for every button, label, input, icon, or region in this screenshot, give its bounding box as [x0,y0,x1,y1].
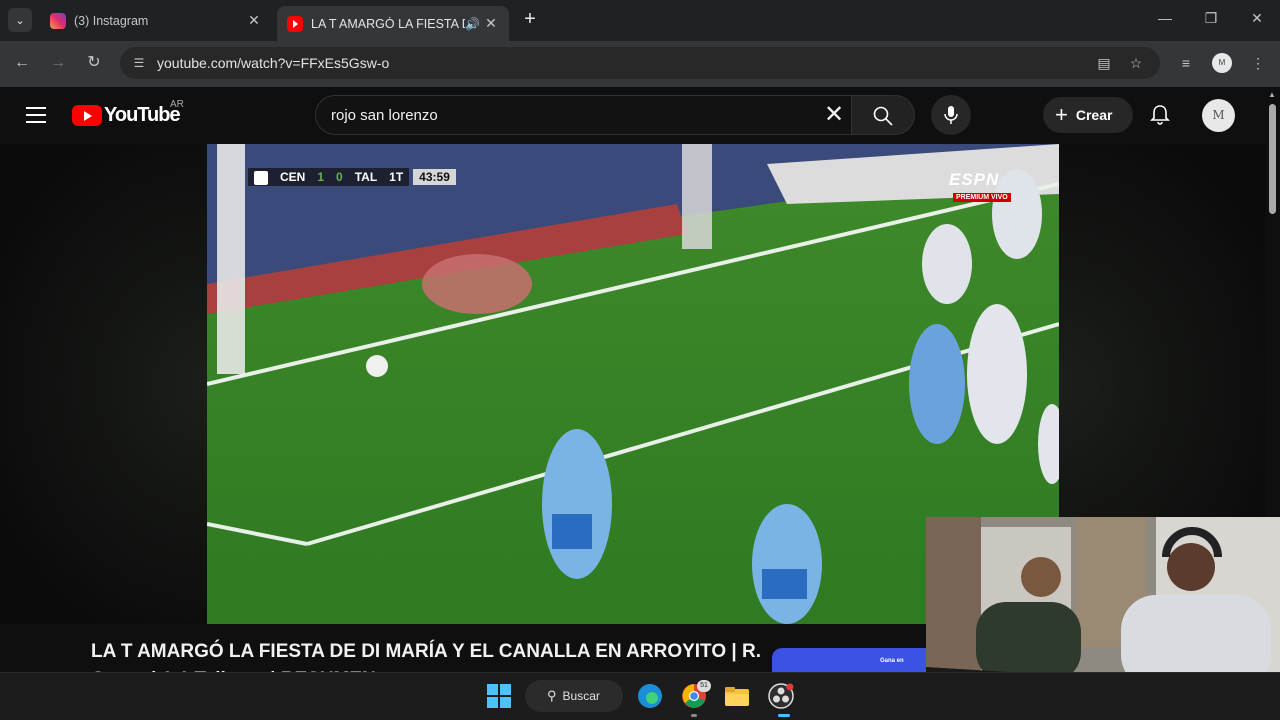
speaker-icon[interactable]: 🔊 [465,17,483,31]
chrome-running-indicator [691,714,697,717]
taskbar-search[interactable]: ⚲ Buscar [525,680,623,712]
youtube-icon [287,15,303,32]
menu-icon[interactable] [26,107,46,123]
tab-youtube-active[interactable]: LA T AMARGÓ LA FIESTA DE DI MARÍA Y EL C… [277,6,509,41]
scorebug: CEN 1 0 TAL 1T 43:59 [248,168,456,186]
obs-icon[interactable] [768,683,794,709]
create-button[interactable]: + Crear [1043,97,1133,133]
restore-button[interactable]: ❐ [1188,10,1234,27]
clear-search-icon[interactable]: ✕ [820,101,848,129]
broadcaster-logo: ESPN [949,170,1000,189]
league-logo-icon [254,170,268,185]
home-team: CEN [274,168,312,186]
broadcaster-sub: PREMIUM VIVO [953,193,1011,202]
forward-button[interactable]: → [44,52,72,76]
taskbar-search-label: Buscar [562,689,600,703]
match-clock: 43:59 [413,169,456,185]
edge-icon[interactable] [637,683,663,709]
close-window-button[interactable]: ✕ [1234,10,1280,27]
tab-search-button[interactable]: ⌄ [8,8,32,32]
chrome-menu-icon[interactable]: ⋮ [1248,53,1268,73]
ad-text: Gana en [880,658,904,664]
create-label: Crear [1075,107,1113,123]
ambient-backdrop-left [0,144,207,624]
tab-close-icon[interactable]: ✕ [483,15,499,32]
home-score: 1 [311,168,331,186]
obs-active-indicator [778,714,790,717]
back-button[interactable]: ← [8,52,36,76]
match-period: 1T [383,168,410,186]
account-avatar[interactable]: M [1202,99,1235,132]
media-controls-icon[interactable]: ≡ [1176,53,1196,73]
search-icon: ⚲ [547,688,557,703]
chrome-badge: 51 [697,680,711,692]
search-icon [873,106,893,126]
youtube-logo-icon[interactable] [72,105,102,126]
away-team: TAL [348,168,384,186]
away-score: 0 [330,168,349,186]
instagram-icon [50,12,66,29]
chrome-profile-avatar[interactable]: M [1212,53,1232,73]
microphone-icon [944,106,958,124]
country-code: AR [170,99,184,110]
file-explorer-icon[interactable] [724,683,750,709]
tab-title: (3) Instagram [74,13,149,28]
voice-search-button[interactable] [931,95,971,135]
plus-icon: + [1055,102,1068,127]
reload-button[interactable]: ↻ [80,52,108,76]
minimize-button[interactable]: — [1142,10,1188,26]
site-info-icon[interactable]: ☰ [128,52,150,74]
video-title: LA T AMARGÓ LA FIESTA DE DI MARÍA Y EL C… [91,641,761,672]
url-text[interactable]: youtube.com/watch?v=FFxEs5Gsw-o [157,55,389,71]
tab-instagram[interactable]: (3) Instagram ✕ [40,6,272,35]
youtube-logo-text[interactable]: YouTube [104,104,181,127]
notifications-bell-icon[interactable] [1148,103,1172,127]
install-app-icon[interactable]: ▤ [1094,53,1114,73]
scrollbar-thumb[interactable] [1269,104,1276,214]
tab-title: LA T AMARGÓ LA FIESTA DE DI MARÍA Y EL C… [311,16,465,31]
scroll-up-arrow-icon[interactable]: ▲ [1268,90,1276,99]
bookmark-star-icon[interactable]: ☆ [1126,53,1146,73]
tab-close-icon[interactable]: ✕ [246,12,262,29]
search-query[interactable]: rojo san lorenzo [331,107,438,124]
search-button[interactable] [851,95,915,135]
windows-start-icon[interactable] [486,683,512,709]
new-tab-button[interactable]: + [518,8,542,32]
